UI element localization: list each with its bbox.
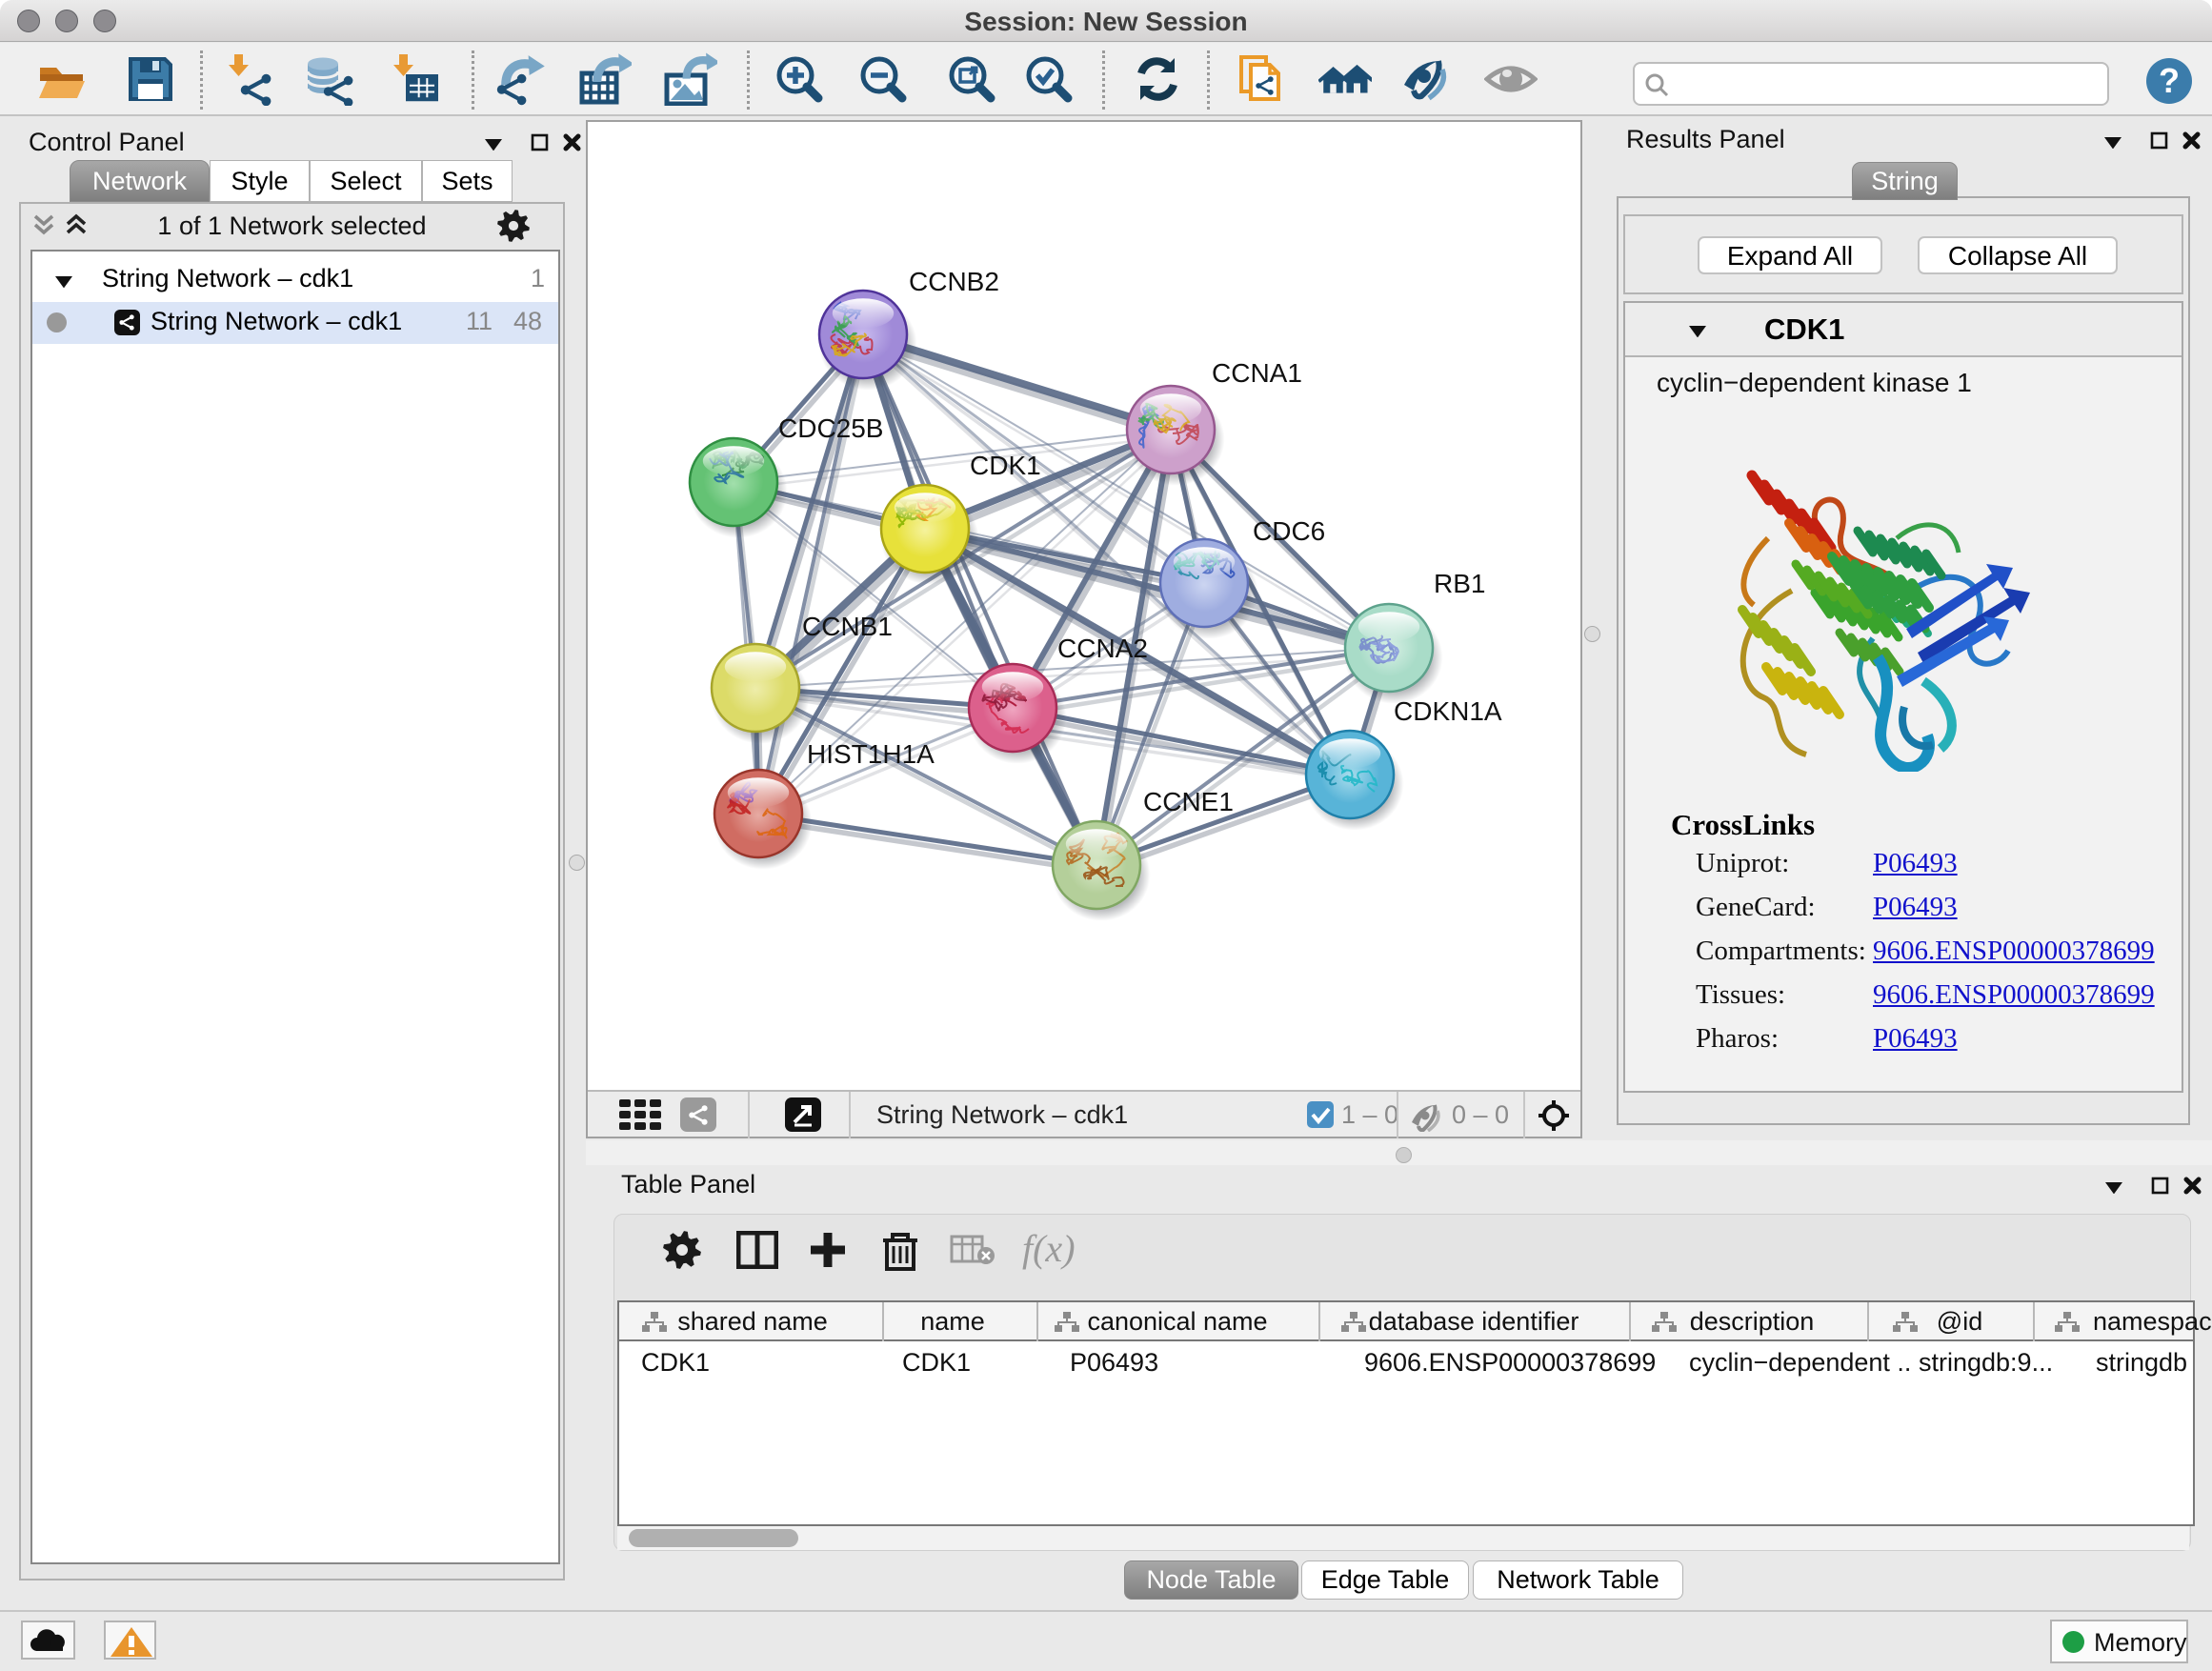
svg-text:HIST1H1A: HIST1H1A [807,739,935,769]
svg-text:CDK1: CDK1 [970,451,1041,480]
svg-text:CDC6: CDC6 [1253,516,1325,546]
svg-text:CCNE1: CCNE1 [1143,787,1234,816]
svg-text:CDKN1A: CDKN1A [1394,696,1502,726]
svg-text:CCNB2: CCNB2 [909,267,999,296]
svg-text:?: ? [2159,61,2180,100]
svg-text:CDC25B: CDC25B [778,413,883,443]
svg-text:CCNA2: CCNA2 [1057,634,1148,663]
svg-text:RB1: RB1 [1434,569,1485,598]
svg-text:CCNB1: CCNB1 [802,612,893,641]
svg-text:CCNA1: CCNA1 [1212,358,1302,388]
